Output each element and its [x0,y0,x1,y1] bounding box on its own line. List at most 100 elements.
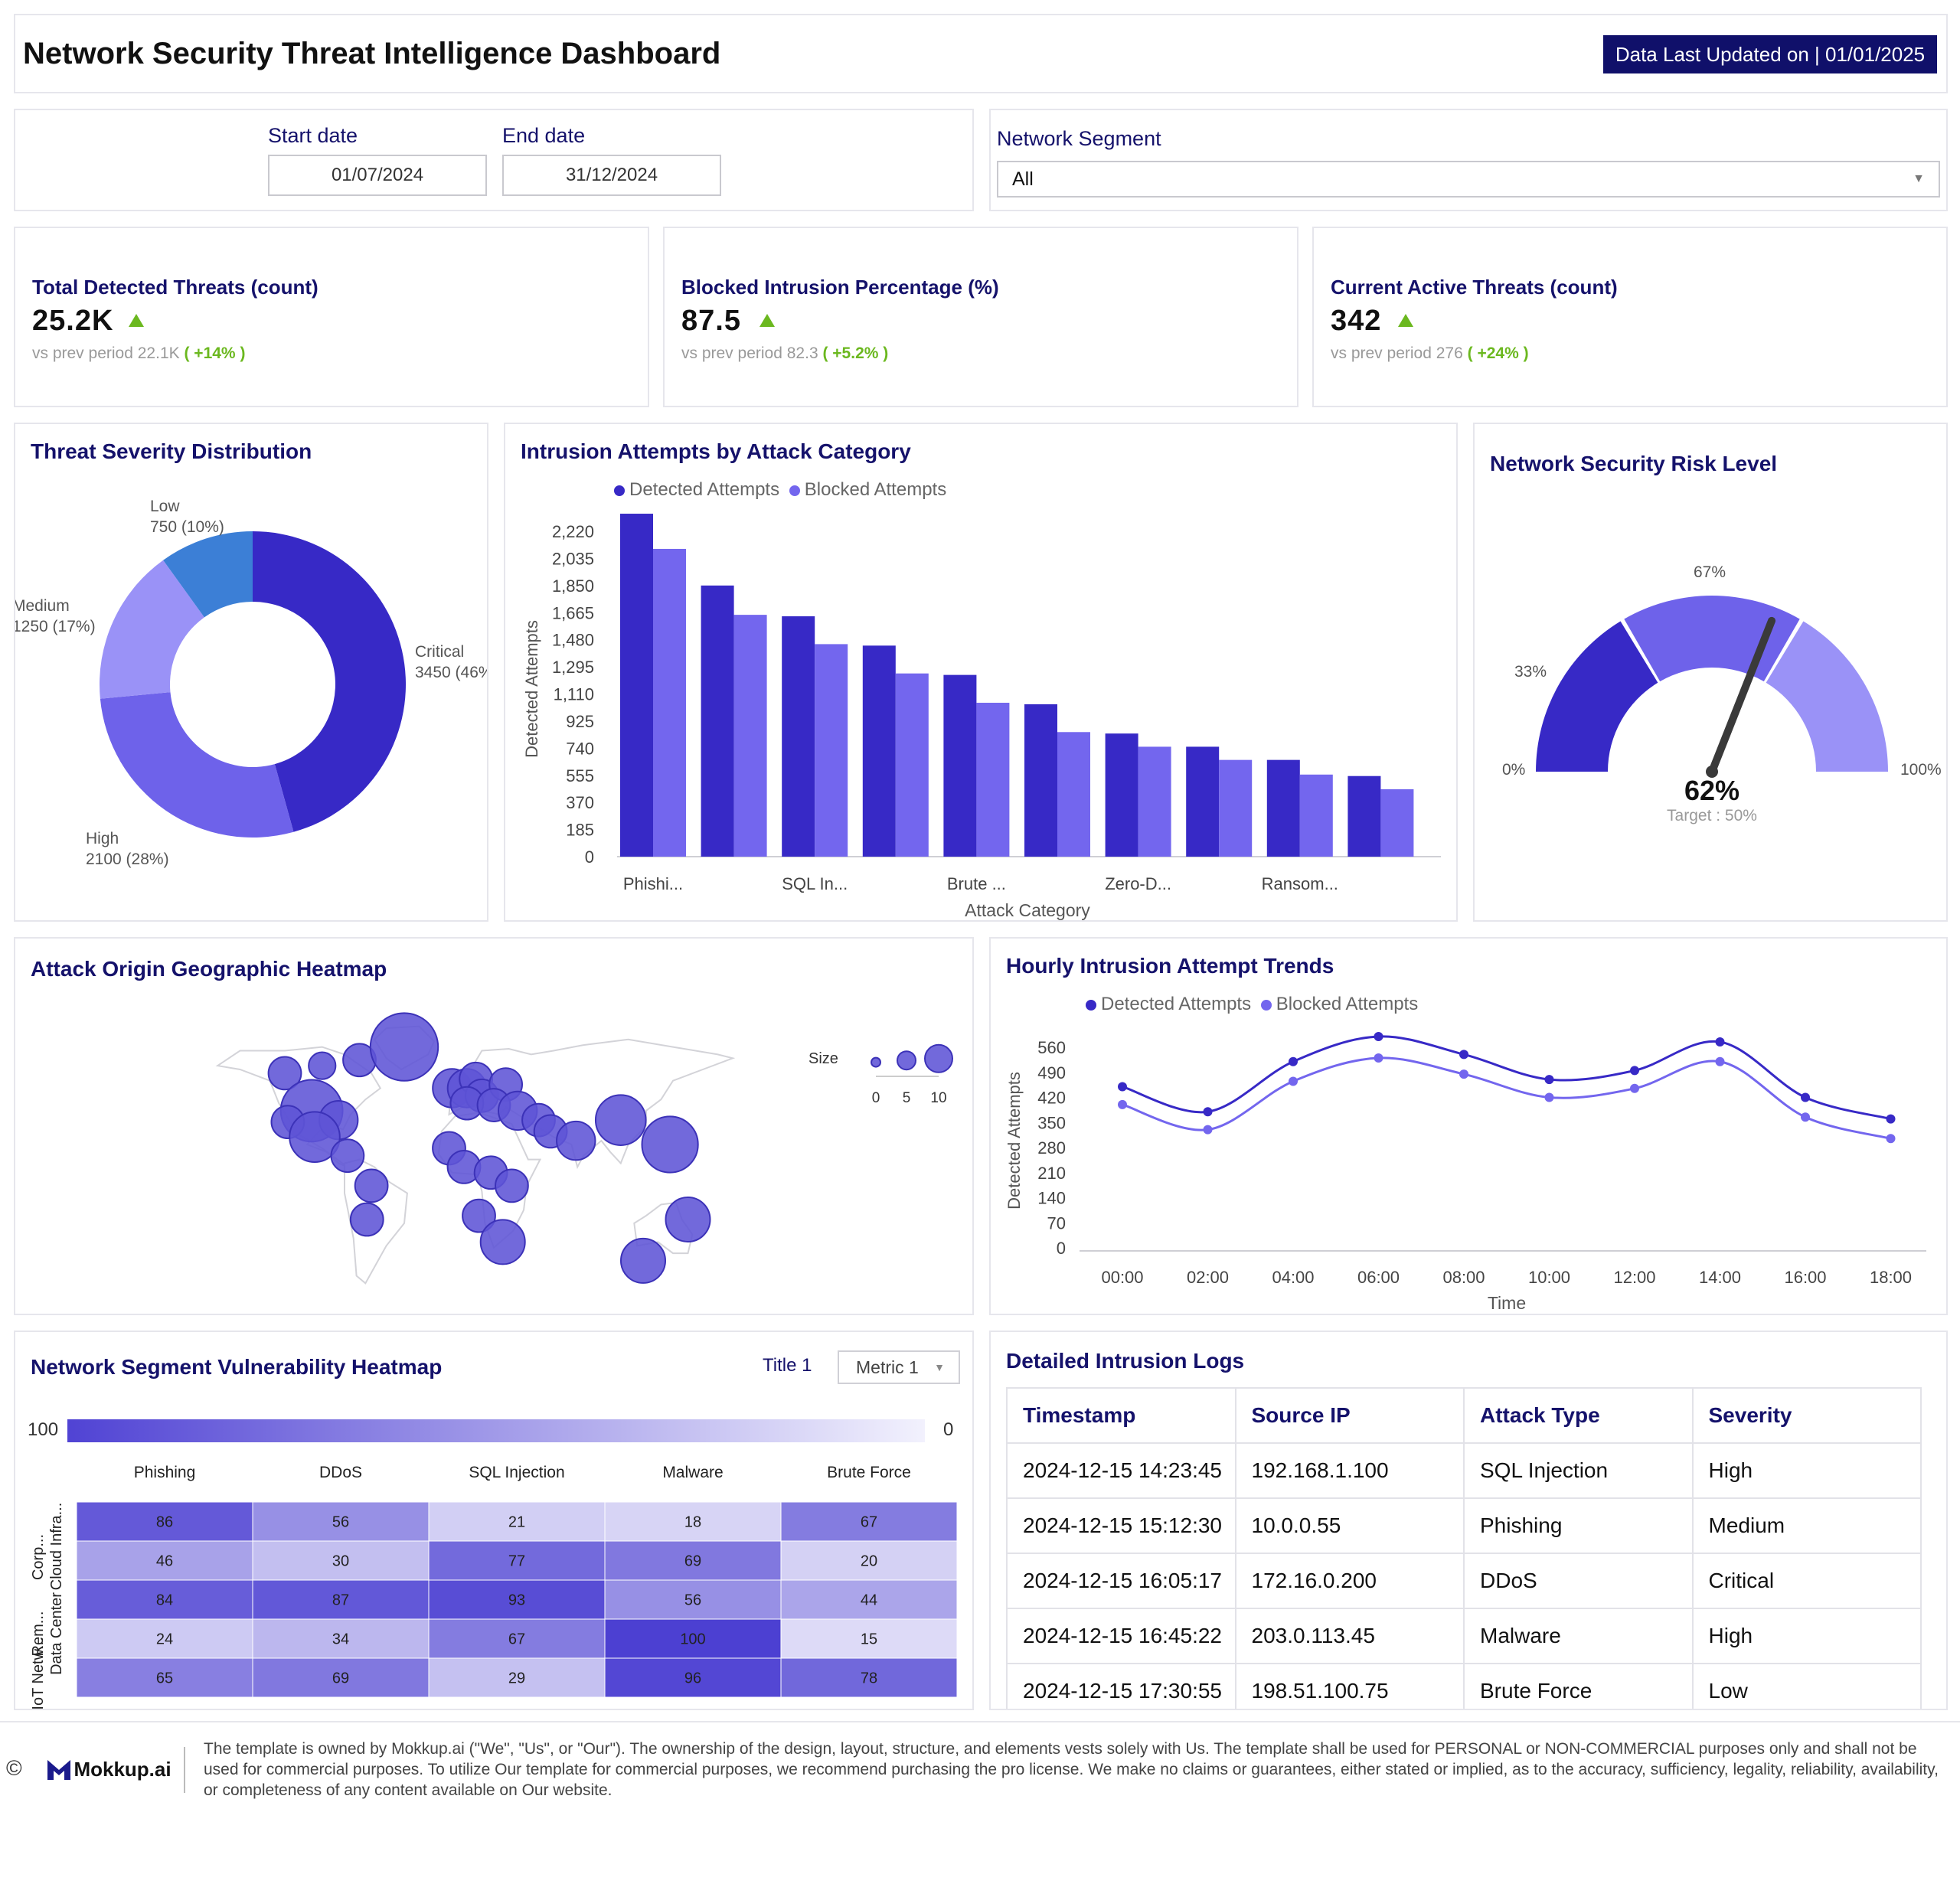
kpi-comparison: vs prev period 22.1K ( +14% ) [32,344,245,363]
y-tick-label: 2,035 [552,549,594,568]
logs-card: Detailed Intrusion Logs Timestamp Source… [989,1331,1948,1710]
x-tick-label: 18:00 [1870,1268,1912,1287]
risk-card: Network Security Risk Level 0% 33% 67% 100%… [1473,423,1948,922]
table-row[interactable]: 2024-12-15 16:05:17 172.16.0.200 DDoS Criti… [1006,1553,1922,1609]
risk-value: 62% [1684,775,1740,806]
vulnerability-heatmap: Phishing DDoS SQL Injection Malware Brute Fo… [30,1464,958,1709]
kpi-value: 25.2K [32,305,114,337]
heatmap-cell-value: 46 [156,1553,173,1570]
kpi-prev-value: 276 [1436,344,1463,362]
slice-value-label: 1250 (17%) [15,618,96,635]
y-tick-label: 1,850 [552,576,594,596]
heatmap-row-label: Cloud Infra... [48,1503,65,1591]
geo-card: Attack Origin Geographic Heatmap 0 5 10 Si… [14,937,974,1315]
size-legend-title: Size [808,1050,838,1067]
cell-severity: Critical [1691,1553,1922,1609]
bar-detected [1186,746,1220,857]
heatmap-cell-value: 65 [156,1670,173,1687]
heatmap-cell-value: 93 [508,1592,525,1609]
y-tick-label: 185 [566,821,594,840]
kpi-change: ( +5.2% ) [822,344,889,362]
heatmap-cell-value: 96 [684,1670,701,1687]
point-blocked [1544,1092,1554,1102]
table-row[interactable]: 2024-12-15 14:23:45 192.168.1.100 SQL Inje… [1006,1442,1922,1499]
end-date-input[interactable]: 31/12/2024 [502,155,721,196]
bar-detected [701,585,734,857]
slice-label: Medium [15,597,70,615]
attack-origin-bubble [641,1115,699,1174]
bar-blocked [1057,732,1090,857]
cell-source-ip: 203.0.113.45 [1234,1608,1465,1664]
attack-origin-bubble [308,1051,337,1080]
size-legend-tick: 5 [903,1090,911,1106]
severity-card: Threat Severity Distribution Critical 345… [14,423,488,922]
kpi-prev-text: vs prev period [681,344,782,362]
bar-blocked [895,673,929,857]
bar-blocked [1219,759,1253,857]
segment-dropdown[interactable]: All ▼ [997,161,1940,198]
column-header-attack-type[interactable]: Attack Type [1463,1387,1694,1444]
size-legend-tick: 0 [872,1090,880,1106]
start-date-input[interactable]: 01/07/2024 [268,155,487,196]
y-tick-label: 280 [1037,1138,1066,1158]
y-axis-title: Detected Attempts [522,620,541,758]
bar-detected [1105,733,1138,857]
y-tick-label: 140 [1037,1189,1066,1208]
gauge-label-67: 67% [1694,563,1726,581]
attack-origin-bubble [479,1219,526,1265]
y-tick-label: 740 [566,739,594,758]
attack-origin-bubble [620,1237,666,1284]
cell-timestamp: 2024-12-15 14:23:45 [1006,1442,1236,1499]
x-tick-label: 10:00 [1528,1268,1570,1287]
bar-detected [620,514,653,857]
logs-title: Detailed Intrusion Logs [1006,1349,1245,1373]
bar-detected [782,616,815,857]
cell-attack-type: DDoS [1463,1553,1694,1609]
mokkup-logo[interactable]: Mokkup.ai [47,1758,172,1781]
point-detected [1118,1082,1127,1092]
kpi-value: 342 [1331,305,1382,337]
x-tick-label: Zero-D... [1105,874,1171,893]
point-detected [1630,1066,1639,1076]
heatmap-cell-value: 67 [508,1631,525,1648]
y-tick-label: 70 [1047,1213,1066,1233]
heatmap-cell-value: 18 [684,1514,701,1531]
cell-timestamp: 2024-12-15 15:12:30 [1006,1497,1236,1554]
end-date-label: End date [502,124,586,147]
risk-target: Target : 50% [1667,807,1757,824]
point-blocked [1886,1134,1896,1144]
attack-origin-bubble [354,1168,389,1203]
table-row[interactable]: 2024-12-15 16:45:22 203.0.113.45 Malware Hi… [1006,1608,1922,1664]
x-axis-title: Attack Category [965,900,1090,920]
table-row[interactable]: 2024-12-15 15:12:30 10.0.0.55 Phishing Medi… [1006,1497,1922,1554]
bar-detected [1266,759,1300,857]
heatmap-cell-value: 100 [680,1631,705,1648]
heatmap-column-label: Brute Force [827,1464,911,1481]
kpi-label: Current Active Threats (count) [1331,276,1618,299]
trend-up-icon [1398,314,1413,327]
attack-origin-bubble [495,1168,529,1203]
size-legend-tick: 10 [930,1090,946,1106]
bar-detected [1024,704,1057,857]
kpi-prev-text: vs prev period [1331,344,1432,362]
column-header-timestamp[interactable]: Timestamp [1006,1387,1236,1444]
heatmap-cell-value: 86 [156,1514,173,1531]
y-tick-label: 420 [1037,1089,1066,1108]
heatmap-cell-value: 20 [861,1553,877,1570]
table-row[interactable]: 2024-12-15 17:30:55 198.51.100.75 Brute Fo… [1006,1663,1922,1709]
cell-severity: Low [1691,1663,1922,1709]
column-header-source-ip[interactable]: Source IP [1234,1387,1465,1444]
gauge-band [1624,596,1800,682]
heatmap-cell-value: 69 [332,1670,349,1687]
kpi-card-blocked-pct: Blocked Intrusion Percentage (%) 87.5 vs… [663,227,1298,407]
hourly-card: Hourly Intrusion Attempt Trends Detected… [989,937,1948,1315]
attack-origin-bubble [369,1012,439,1082]
attack-category-card: Intrusion Attempts by Attack Category De… [504,423,1458,922]
attack-origin-bubble [556,1120,596,1161]
point-blocked [1459,1069,1468,1079]
size-legend-bubble [871,1056,881,1068]
column-header-severity[interactable]: Severity [1691,1387,1922,1444]
mokkup-logo-icon [47,1759,70,1780]
heatmap-cell-value: 56 [332,1514,349,1531]
slice-label: Low [150,498,180,515]
